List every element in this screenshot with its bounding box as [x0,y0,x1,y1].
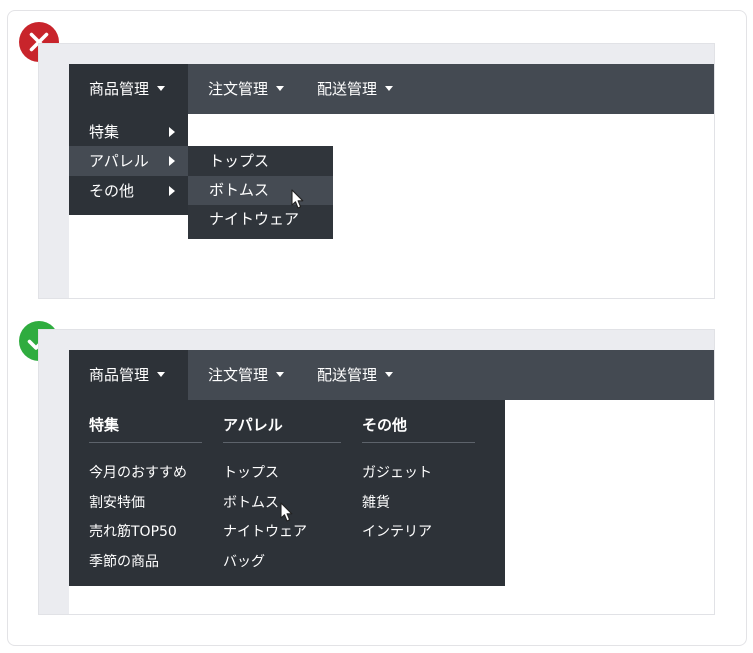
bad-example-panel: 商品管理 注文管理 配送管理 特集 アパレル その他 トップス ボトムス ナイト… [38,43,715,299]
menu-link[interactable]: インテリア [362,521,432,541]
submenu-item-bottoms[interactable]: ボトムス [188,176,333,205]
menu-link[interactable]: 雑貨 [362,492,390,512]
menu-link[interactable]: バッグ [223,551,265,571]
mouse-pointer-icon [291,189,304,209]
submenu-item-label: トップス [209,152,270,170]
nav-item-products-label: 商品管理 [89,366,150,384]
nav-item-products[interactable]: 商品管理 [69,350,188,400]
caret-down-icon [276,372,285,377]
column-heading: アパレル [223,416,283,434]
menu-item-label: 特集 [89,123,120,141]
nav-bar: 商品管理 注文管理 配送管理 [69,64,714,114]
menu-item-other[interactable]: その他 [69,176,188,206]
nav-item-products-label: 商品管理 [89,80,150,98]
menu-link[interactable]: 売れ筋TOP50 [89,521,177,541]
column-divider [362,442,475,443]
menu-link[interactable]: ナイトウェア [223,521,307,541]
window-top-strip [39,44,714,64]
column-heading: 特集 [89,416,120,434]
submenu-item-label: ナイトウェア [209,210,300,228]
caret-down-icon [157,86,166,91]
nav-item-shipping[interactable]: 配送管理 [317,64,394,114]
menu-link[interactable]: 今月のおすすめ [89,462,187,482]
caret-down-icon [385,372,394,377]
menu-link[interactable]: 割安特価 [89,492,145,512]
arrow-right-icon [169,156,175,166]
submenu-item-label: ボトムス [209,181,270,199]
menu-link[interactable]: ガジェット [362,462,432,482]
arrow-right-icon [169,186,175,196]
column-divider [223,442,341,443]
submenu: トップス ボトムス ナイトウェア [188,146,333,239]
nav-bar: 商品管理 注文管理 配送管理 [69,350,714,400]
nav-item-products[interactable]: 商品管理 [69,64,188,114]
nav-item-orders[interactable]: 注文管理 [208,350,285,400]
caret-down-icon [157,372,166,377]
good-example-panel: 商品管理 注文管理 配送管理 特集 今月のおすすめ 割安特価 売れ筋TOP50 … [38,329,715,615]
menu-item-feature[interactable]: 特集 [69,117,188,147]
mega-menu: 特集 今月のおすすめ 割安特価 売れ筋TOP50 季節の商品 アパレル トップス… [69,400,505,586]
menu-item-label: アパレル [89,152,149,170]
menu-link[interactable]: 季節の商品 [89,551,159,571]
dropdown-menu: 特集 アパレル その他 [69,114,188,215]
nav-item-orders[interactable]: 注文管理 [208,64,285,114]
nav-item-orders-label: 注文管理 [208,366,269,384]
nav-item-shipping-label: 配送管理 [317,80,378,98]
menu-item-label: その他 [89,182,135,200]
caret-down-icon [385,86,394,91]
submenu-item-nightwear[interactable]: ナイトウェア [188,205,333,234]
arrow-right-icon [169,127,175,137]
nav-item-orders-label: 注文管理 [208,80,269,98]
caret-down-icon [276,86,285,91]
window-left-strip [39,44,69,298]
column-heading: その他 [362,416,408,434]
mouse-pointer-icon [280,502,293,522]
menu-link[interactable]: トップス [223,462,279,482]
nav-item-shipping[interactable]: 配送管理 [317,350,394,400]
window-left-strip [39,330,69,614]
nav-item-shipping-label: 配送管理 [317,366,378,384]
window-top-strip [39,330,714,350]
column-divider [89,442,202,443]
menu-link[interactable]: ボトムス [223,492,279,512]
menu-item-apparel[interactable]: アパレル [69,146,188,176]
submenu-item-tops[interactable]: トップス [188,147,333,176]
